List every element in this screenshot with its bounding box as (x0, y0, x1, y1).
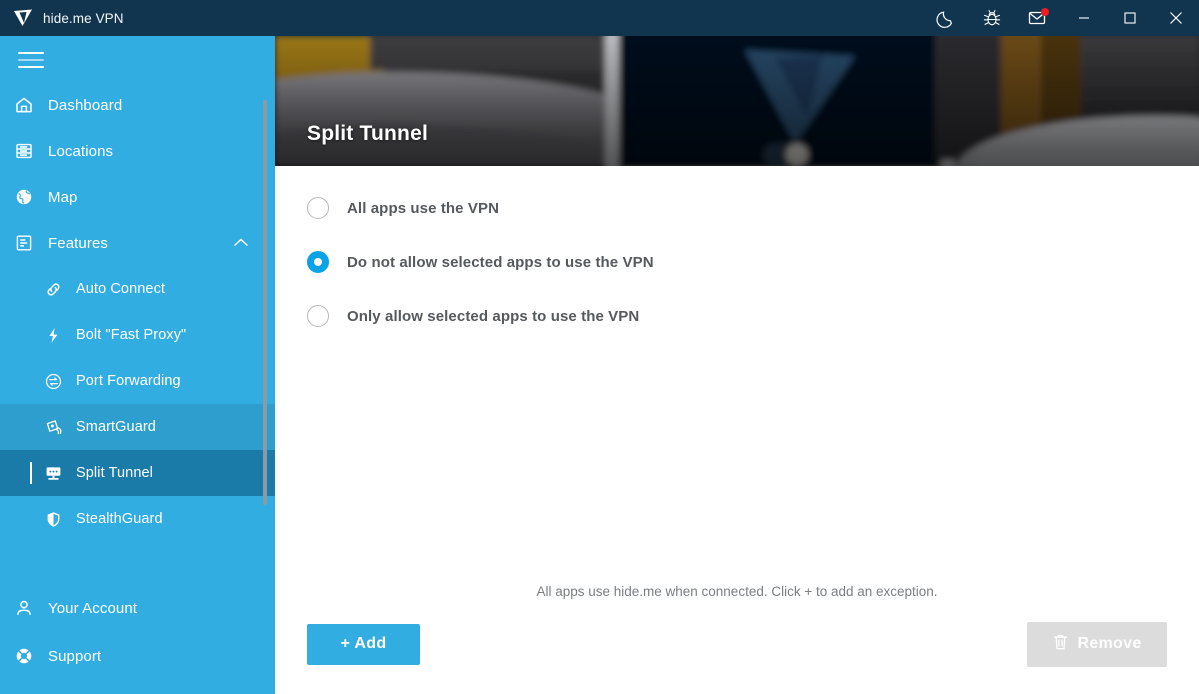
sidebar-bottom-nav: Your Account Support (0, 584, 275, 694)
page-title: Split Tunnel (307, 122, 428, 145)
title-bar: hide.me VPN (0, 0, 1199, 36)
sidebar-item-locations[interactable]: Locations (0, 128, 275, 174)
sidebar-subitem-bolt-fast-proxy[interactable]: Bolt "Fast Proxy" (0, 312, 275, 358)
sidebar-subitem-stealthguard[interactable]: StealthGuard (0, 496, 275, 542)
radio-inner-dot (314, 258, 322, 266)
sidebar-item-label: Dashboard (48, 96, 123, 114)
moon-icon (936, 8, 956, 28)
sidebar-item-label: Map (48, 188, 78, 206)
maximize-button[interactable] (1107, 0, 1153, 36)
sidebar-subitem-port-forwarding[interactable]: Port Forwarding (0, 358, 275, 404)
sidebar-subitem-label: SmartGuard (76, 419, 156, 435)
sidebar-subitem-label: Auto Connect (76, 281, 166, 297)
chevron-up-icon[interactable] (233, 235, 249, 252)
sidebar-subitem-label: Bolt "Fast Proxy" (76, 327, 187, 343)
globe-icon (14, 187, 40, 207)
minimize-button[interactable] (1061, 0, 1107, 36)
sidebar-subitem-split-tunnel[interactable]: Split Tunnel (0, 450, 275, 496)
sidebar-scrollbar[interactable] (263, 100, 267, 505)
link-icon (44, 280, 68, 299)
radio-button-selected[interactable] (307, 251, 329, 273)
trash-icon (1052, 633, 1069, 656)
sidebar-item-your-account[interactable]: Your Account (0, 584, 275, 632)
messages-button[interactable] (1015, 0, 1061, 36)
radio-option-all-apps[interactable]: All apps use the VPN (307, 194, 1167, 222)
radio-button[interactable] (307, 197, 329, 219)
monitor-icon (44, 464, 68, 483)
sidebar-subitem-smartguard[interactable]: SmartGuard (0, 404, 275, 450)
bolt-icon (44, 326, 68, 345)
sidebar-subitem-auto-connect[interactable]: Auto Connect (0, 266, 275, 312)
sidebar: Dashboard Locations Map Features Auto Co… (0, 36, 275, 694)
radio-option-disallow-selected[interactable]: Do not allow selected apps to use the VP… (307, 248, 1167, 276)
sidebar-nav: Dashboard Locations Map Features Auto Co… (0, 82, 275, 542)
shield-icon (44, 510, 68, 529)
radio-button[interactable] (307, 305, 329, 327)
close-button[interactable] (1153, 0, 1199, 36)
hamburger-bar-bottom (18, 66, 44, 68)
night-mode-button[interactable] (923, 0, 969, 36)
sidebar-item-label: Features (48, 234, 108, 252)
report-bug-button[interactable] (969, 0, 1015, 36)
radio-label: Only allow selected apps to use the VPN (347, 307, 640, 325)
panel-footer: + Add Remove (275, 594, 1199, 694)
minimize-icon (1078, 12, 1090, 24)
list-server-icon (14, 141, 40, 161)
close-icon (1169, 11, 1183, 25)
hamburger-menu-icon[interactable] (0, 36, 44, 68)
message-notification-badge (1041, 8, 1049, 16)
lifebuoy-icon (14, 646, 40, 666)
maximize-icon (1124, 12, 1136, 24)
radio-option-allow-selected[interactable]: Only allow selected apps to use the VPN (307, 302, 1167, 330)
radio-label: Do not allow selected apps to use the VP… (347, 253, 654, 271)
sidebar-subitem-label: Split Tunnel (76, 465, 153, 481)
mode-radio-group: All apps use the VPN Do not allow select… (307, 166, 1167, 330)
sidebar-item-label: Support (48, 647, 102, 665)
hamburger-bar-top (18, 52, 44, 54)
add-button[interactable]: + Add (307, 623, 420, 665)
bug-icon (982, 8, 1002, 28)
document-list-icon (14, 233, 40, 253)
sidebar-subitem-label: Port Forwarding (76, 373, 181, 389)
sidebar-subitem-label: StealthGuard (76, 511, 163, 527)
app-window: hide.me VPN Dashboard Locations Map Feat… (0, 0, 1199, 694)
sidebar-scroll-area: Dashboard Locations Map Features Auto Co… (0, 36, 275, 584)
home-icon (14, 95, 40, 115)
user-icon (14, 598, 40, 618)
split-tunnel-panel: All apps use the VPN Do not allow select… (275, 166, 1199, 694)
sidebar-item-support[interactable]: Support (0, 632, 275, 680)
sidebar-item-map[interactable]: Map (0, 174, 275, 220)
app-title: hide.me VPN (43, 10, 124, 26)
hideme-triangle-logo-icon (12, 7, 34, 29)
main-content: Split Tunnel All apps use the VPN Do not… (275, 36, 1199, 694)
smartguard-icon (44, 418, 68, 437)
sidebar-item-features[interactable]: Features (0, 220, 275, 266)
hamburger-bar-middle (18, 59, 44, 61)
hero-background-photo (275, 36, 1199, 166)
sidebar-item-dashboard[interactable]: Dashboard (0, 82, 275, 128)
port-forwarding-icon (44, 372, 68, 391)
radio-label: All apps use the VPN (347, 199, 500, 217)
remove-button-label: Remove (1077, 635, 1142, 652)
remove-button[interactable]: Remove (1027, 621, 1167, 667)
app-body: Dashboard Locations Map Features Auto Co… (0, 36, 1199, 694)
page-hero: Split Tunnel (275, 36, 1199, 166)
sidebar-item-label: Locations (48, 142, 114, 160)
sidebar-item-label: Your Account (48, 599, 138, 617)
